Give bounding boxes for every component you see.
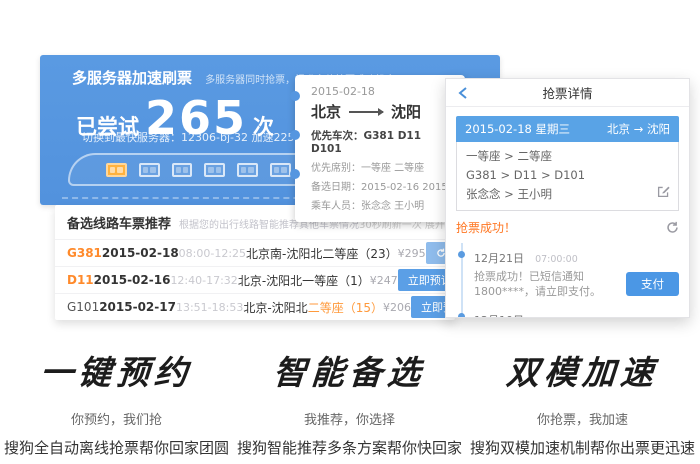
edit-pencil-icon bbox=[657, 185, 670, 198]
train-window bbox=[237, 163, 258, 177]
table-row[interactable]: D11 2015-02-16 12:40-17:32 北京-沈阳北 一等座（1）… bbox=[55, 266, 455, 293]
ticket-price: ¥206 bbox=[383, 301, 411, 314]
backup-dates: 备选日期：2015-02-16 2015-02-17 bbox=[311, 178, 453, 193]
travel-time: 08:00-12:25 bbox=[179, 247, 246, 260]
event-timeline: 12月21日 07:00:00 抢票成功！已短信通知1800****，请立即支付… bbox=[461, 243, 679, 318]
feature-description: 搜狗全自动离线抢票帮你回家团圆 bbox=[0, 437, 233, 458]
selected-date: 2015-02-18 星期三 bbox=[465, 121, 570, 137]
train-window bbox=[139, 163, 160, 177]
promo-title: 多服务器加速刷票 bbox=[72, 69, 192, 87]
seat-availability: 二等座（23） bbox=[322, 245, 397, 262]
grab-success-status: 抢票成功！ bbox=[456, 219, 516, 236]
travel-time: 12:40-17:32 bbox=[170, 274, 237, 287]
table-title: 备选线路车票推荐 bbox=[67, 213, 171, 232]
travel-time: 13:51-18:53 bbox=[176, 301, 243, 314]
priority-trains: 优先车次：G381 D11 D101 bbox=[311, 128, 453, 155]
travel-date: 2015-02-18 bbox=[102, 246, 179, 260]
destination-city: 沈阳 bbox=[391, 101, 421, 122]
travel-date: 2015-02-17 bbox=[99, 300, 176, 314]
chevron-left-icon bbox=[458, 87, 468, 99]
panel-body: 2015-02-18 星期三 北京 → 沈阳 一等座 > 二等座 G381 > … bbox=[446, 107, 689, 318]
ticket-route: 北京 沈阳 bbox=[311, 101, 453, 122]
seat-priority-summary: 一等座 > 二等座 bbox=[466, 147, 669, 166]
panel-header: 抢票详情 bbox=[446, 79, 689, 107]
ticket-date: 2015-02-18 bbox=[311, 85, 453, 98]
feature-smart-backup: 智能备选 我推荐，你选择 搜狗智能推荐多条方案帮你快回家 bbox=[233, 346, 466, 458]
feature-dual-mode-acceleration: 双模加速 你抢票，我加速 搜狗双模加速机制帮你出票更迅速 bbox=[466, 346, 699, 458]
selected-route: 北京 → 沈阳 bbox=[607, 121, 670, 137]
feature-title: 智能备选 bbox=[231, 346, 467, 394]
train-number: G101 bbox=[67, 300, 99, 314]
timeline-time: 07:00:00 bbox=[535, 254, 578, 265]
timeline-message: 抢票成功！已短信通知1800****，请立即支付。 bbox=[474, 269, 620, 299]
booking-ticket-card: 2015-02-18 北京 沈阳 优先车次：G381 D11 D101 优先席别… bbox=[295, 75, 465, 222]
timeline-time: 08:30:06 bbox=[535, 316, 578, 318]
station-route: 北京-沈阳北 bbox=[238, 272, 302, 289]
timeline-date: 12月10日 bbox=[474, 314, 524, 318]
feature-highlights: 一键预约 你预约，我们抢 搜狗全自动离线抢票帮你回家团圆 智能备选 我推荐，你选… bbox=[0, 346, 700, 458]
order-summary-box: 一等座 > 二等座 G381 > D11 > D101 张念念 > 王小明 bbox=[456, 142, 679, 211]
grab-detail-panel: 抢票详情 2015-02-18 星期三 北京 → 沈阳 一等座 > 二等座 G3… bbox=[445, 78, 690, 318]
station-route: 北京南-沈阳北 bbox=[246, 245, 322, 262]
train-window bbox=[204, 163, 225, 177]
timeline-date-row: 12月10日 08:30:06 bbox=[474, 309, 679, 318]
ticket-notch bbox=[290, 130, 300, 140]
origin-city: 北京 bbox=[311, 101, 341, 122]
train-priority-summary: G381 > D11 > D101 bbox=[466, 166, 669, 185]
table-row[interactable]: G381 2015-02-18 08:00-12:25 北京南-沈阳北 二等座（… bbox=[55, 239, 455, 266]
timeline-entry: 12月21日 07:00:00 抢票成功！已短信通知1800****，请立即支付… bbox=[474, 243, 679, 305]
train-number: D11 bbox=[67, 273, 94, 287]
timeline-entry: 12月10日 08:30:06 为保证成功抢票，请在抢票前不要修改12306登陆… bbox=[474, 305, 679, 318]
feature-title: 双模加速 bbox=[464, 346, 700, 394]
seat-availability: 一等座（1） bbox=[302, 272, 370, 289]
seat-availability: 二等座（15） bbox=[308, 299, 383, 316]
back-button[interactable] bbox=[454, 84, 472, 102]
ticket-notch bbox=[290, 169, 300, 179]
train-number: G381 bbox=[67, 246, 102, 260]
feature-description: 搜狗双模加速机制帮你出票更迅速 bbox=[466, 437, 699, 458]
feature-tagline: 你预约，我们抢 bbox=[0, 409, 233, 428]
selected-date-bar: 2015-02-18 星期三 北京 → 沈阳 bbox=[456, 116, 679, 142]
ticket-price: ¥247 bbox=[370, 274, 398, 287]
feature-tagline: 我推荐，你选择 bbox=[233, 409, 466, 428]
refresh-icon bbox=[666, 221, 679, 234]
refresh-button[interactable] bbox=[666, 221, 679, 234]
panel-title: 抢票详情 bbox=[542, 83, 592, 102]
feature-one-key-reserve: 一键预约 你预约，我们抢 搜狗全自动离线抢票帮你回家团圆 bbox=[0, 346, 233, 458]
priority-seats: 优先席别：一等座 二等座 bbox=[311, 159, 453, 174]
travel-date: 2015-02-16 bbox=[94, 273, 171, 287]
backup-routes-table: 备选线路车票推荐 根据您的出行线路智能推荐其他车票情况 30秒刷新一次 展开 G… bbox=[55, 205, 455, 320]
feature-tagline: 你抢票，我加速 bbox=[466, 409, 699, 428]
feature-description: 搜狗智能推荐多条方案帮你快回家 bbox=[233, 437, 466, 458]
timeline-date: 12月21日 bbox=[474, 252, 524, 265]
train-window-lit bbox=[106, 163, 127, 177]
status-row: 抢票成功！ bbox=[456, 219, 679, 236]
ticket-price: ¥295 bbox=[398, 247, 426, 260]
train-window bbox=[270, 163, 291, 177]
passenger-summary: 张念念 > 王小明 bbox=[466, 185, 669, 204]
pay-button[interactable]: 支付 bbox=[626, 272, 679, 296]
timeline-message-row: 抢票成功！已短信通知1800****，请立即支付。 支付 bbox=[474, 269, 679, 299]
passengers: 乘车人员：张念念 王小明 bbox=[311, 197, 453, 212]
timeline-date-row: 12月21日 07:00:00 bbox=[474, 247, 679, 266]
ticket-notch bbox=[290, 91, 300, 101]
route-arrow-icon bbox=[349, 111, 383, 113]
station-route: 北京-沈阳北 bbox=[243, 299, 307, 316]
table-row[interactable]: G101 2015-02-17 13:51-18:53 北京-沈阳北 二等座（1… bbox=[55, 293, 455, 320]
feature-title: 一键预约 bbox=[0, 346, 235, 394]
train-window bbox=[172, 163, 193, 177]
edit-button[interactable] bbox=[657, 185, 670, 204]
